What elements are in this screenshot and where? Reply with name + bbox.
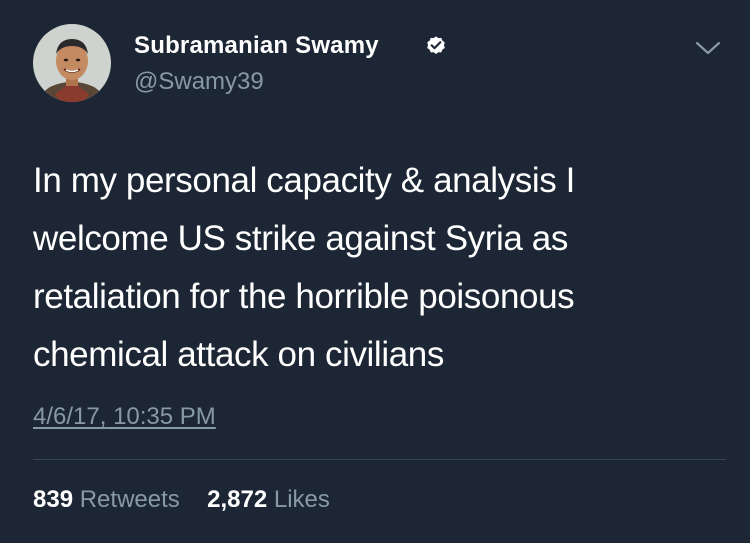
tweet-timestamp[interactable]: 4/6/17, 10:35 PM — [33, 403, 216, 431]
likes-count: 2,872 — [207, 486, 268, 513]
tweet-text-line: chemical attack on civilians — [33, 335, 444, 374]
tweet-text-line: retaliation for the horrible poisonous — [33, 277, 575, 316]
tweet-text-line: welcome US strike against Syria as — [33, 219, 568, 258]
retweets-count: 839 — [33, 486, 74, 513]
likes-stat[interactable]: 2,872 Likes — [207, 486, 330, 513]
chevron-down-icon[interactable] — [694, 38, 722, 58]
tweet-card: Subramanian Swamy @Swamy39 In my persona… — [0, 0, 750, 543]
profile-photo-icon — [33, 24, 111, 102]
author-name[interactable]: Subramanian Swamy — [134, 32, 379, 60]
likes-label: Likes — [273, 486, 330, 513]
verified-badge-icon — [427, 36, 445, 54]
retweets-stat[interactable]: 839 Retweets — [33, 486, 186, 513]
author-handle[interactable]: @Swamy39 — [134, 68, 264, 96]
avatar[interactable] — [33, 24, 111, 102]
tweet-text-line: In my personal capacity & analysis I — [33, 161, 575, 200]
engagement-stats: 839 Retweets 2,872 Likes — [33, 486, 330, 514]
divider — [33, 459, 726, 460]
retweets-label: Retweets — [79, 486, 180, 513]
tweet-text: In my personal capacity & analysis I wel… — [33, 152, 723, 384]
